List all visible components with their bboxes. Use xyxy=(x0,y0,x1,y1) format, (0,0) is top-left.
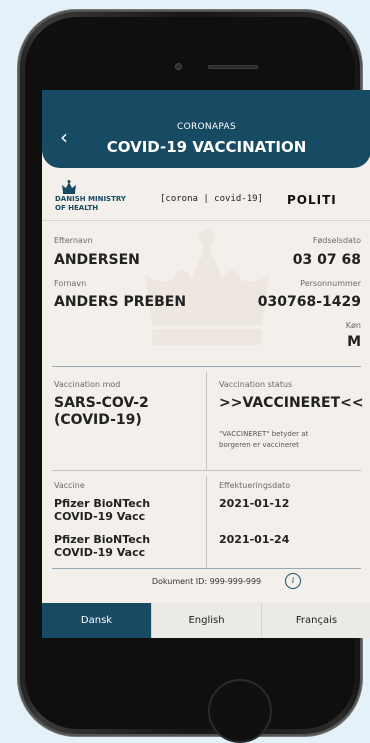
vaccination-against-line2: (COVID-19) xyxy=(54,412,142,428)
ministry-name-line2: OF HEALTH xyxy=(55,204,99,212)
sex-value: M xyxy=(347,334,361,350)
app-header: ‹ CORONAPAS COVID-19 VACCINATION xyxy=(42,90,370,168)
cpr-label: Personnummer xyxy=(300,279,361,288)
status-note-line2: borgeren er vaccineret xyxy=(219,441,299,449)
section-divider xyxy=(52,366,361,367)
info-icon[interactable]: i xyxy=(285,573,301,589)
status-note-line1: "VACCINERET" betyder at xyxy=(219,430,309,438)
column-divider xyxy=(206,476,207,568)
dob-value: 03 07 68 xyxy=(292,252,361,268)
ministry-logo: DANISH MINISTRY OF HEALTH xyxy=(55,180,135,212)
section-divider xyxy=(52,470,361,471)
ministry-name-line1: DANISH MINISTRY xyxy=(55,195,126,203)
app-screen: ‹ CORONAPAS COVID-19 VACCINATION DANISH … xyxy=(42,90,370,638)
vaccine-label: Vaccine xyxy=(54,481,85,490)
cpr-value: 030768-1429 xyxy=(257,294,361,310)
page-title: COVID-19 VACCINATION xyxy=(106,138,307,156)
dose-2-date: 2021-01-24 xyxy=(219,533,290,546)
surname-label: Efternavn xyxy=(54,236,93,245)
firstname-label: Fornavn xyxy=(54,279,87,288)
language-tab-bar: Dansk English Français xyxy=(42,603,370,638)
section-divider xyxy=(52,568,361,569)
dose-2-vaccine-line2: COVID-19 Vacc xyxy=(54,546,146,559)
divider xyxy=(42,220,370,221)
earpiece-speaker xyxy=(208,65,258,69)
vaccination-status-value: >>VACCINERET<< xyxy=(219,395,364,411)
document-id: Dokument ID: 999-999-999 xyxy=(151,577,262,586)
crown-icon xyxy=(62,180,76,194)
dose-2-vaccine-line1: Pfizer BioNTech xyxy=(54,533,151,546)
dose-1-vaccine-line2: COVID-19 Vacc xyxy=(54,510,146,523)
firstname-value: ANDERS PREBEN xyxy=(54,294,187,310)
surname-value: ANDERSEN xyxy=(54,252,140,268)
tab-francais[interactable]: Français xyxy=(261,603,370,638)
header-subtitle: CORONAPAS xyxy=(176,122,237,132)
vaccination-against-label: Vaccination mod xyxy=(54,380,121,389)
column-divider xyxy=(206,372,207,470)
effective-date-label: Effektueringsdato xyxy=(219,481,291,490)
dob-label: Fødselsdato xyxy=(312,236,361,245)
vaccination-against-line1: SARS-COV-2 xyxy=(54,395,149,411)
vaccination-status-label: Vaccination status xyxy=(219,380,293,389)
politi-logo: POLITI xyxy=(287,193,337,207)
dose-1-date: 2021-01-12 xyxy=(219,497,290,510)
tab-dansk[interactable]: Dansk xyxy=(42,603,151,638)
dose-1-vaccine-line1: Pfizer BioNTech xyxy=(54,497,151,510)
home-button[interactable] xyxy=(208,679,272,743)
tab-english[interactable]: English xyxy=(151,603,261,638)
logo-row: DANISH MINISTRY OF HEALTH [corona | covi… xyxy=(42,178,370,218)
sex-label: Køn xyxy=(345,321,361,330)
front-camera xyxy=(175,63,182,70)
corona-covid-logo: [corona | covid-19] xyxy=(160,194,263,204)
